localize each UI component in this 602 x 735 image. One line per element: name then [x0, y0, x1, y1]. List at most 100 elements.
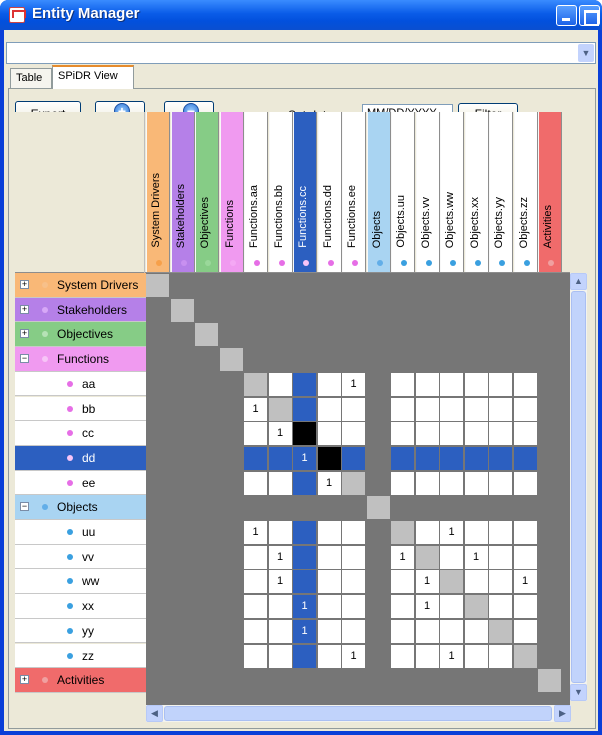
matrix-cell[interactable] [317, 372, 341, 396]
matrix-cell[interactable] [342, 422, 365, 446]
matrix-cell[interactable] [317, 446, 341, 470]
matrix-cell[interactable] [219, 348, 243, 372]
matrix-cell[interactable] [244, 422, 267, 446]
matrix-cell[interactable]: 1 [513, 570, 537, 594]
matrix-cell[interactable] [440, 619, 463, 643]
matrix-cell[interactable] [293, 570, 316, 594]
tree-group-functions[interactable]: − Functions [15, 347, 146, 372]
column-header-system-drivers[interactable]: System Drivers [146, 112, 170, 272]
matrix-cell[interactable] [244, 595, 267, 619]
expand-icon[interactable]: + [20, 304, 29, 314]
matrix-cell[interactable] [464, 422, 488, 446]
matrix-cell[interactable] [513, 644, 537, 668]
column-header-objectives[interactable]: Objectives [195, 112, 219, 272]
matrix-cell[interactable] [489, 570, 512, 594]
matrix-cell[interactable] [391, 570, 414, 594]
scroll-up-icon[interactable]: ▲ [570, 273, 587, 290]
matrix-cell[interactable] [415, 619, 439, 643]
matrix-cell[interactable] [317, 422, 341, 446]
column-header-stakeholders[interactable]: Stakeholders [170, 112, 195, 272]
column-header-activities[interactable]: Activities [538, 112, 562, 272]
horizontal-scroll-thumb[interactable] [164, 706, 552, 721]
column-header-objects-yy[interactable]: Objects.yy [489, 112, 513, 272]
column-header-objects[interactable]: Objects [366, 112, 391, 272]
tree-group-objectives[interactable]: + Objectives [15, 322, 146, 348]
matrix-cell[interactable] [317, 397, 341, 421]
matrix-cell[interactable] [244, 570, 267, 594]
expand-icon[interactable]: + [20, 675, 29, 685]
matrix-cell[interactable] [440, 570, 463, 594]
matrix-cell[interactable] [293, 397, 316, 421]
tree-group-system-drivers[interactable]: + System Drivers [15, 273, 146, 298]
matrix-cell[interactable] [391, 372, 414, 396]
matrix-cell[interactable] [513, 595, 537, 619]
tree-group-activities[interactable]: + Activities [15, 668, 146, 693]
matrix-cell[interactable] [146, 274, 169, 297]
matrix-cell[interactable] [293, 372, 316, 396]
matrix-cell[interactable] [268, 521, 292, 544]
matrix-cell[interactable]: 1 [293, 595, 316, 619]
matrix-cell[interactable] [489, 595, 512, 619]
matrix-cell[interactable]: 1 [268, 545, 292, 569]
matrix-cell[interactable]: 1 [415, 595, 439, 619]
horizontal-scrollbar[interactable]: ◀ ▶ [146, 705, 571, 722]
matrix-cell[interactable] [489, 397, 512, 421]
column-header-functions-ee[interactable]: Functions.ee [342, 112, 366, 272]
matrix-cell[interactable] [391, 471, 414, 495]
matrix-cell[interactable] [464, 471, 488, 495]
matrix-cell[interactable]: 1 [440, 644, 463, 668]
scroll-left-icon[interactable]: ◀ [146, 705, 163, 722]
matrix-cell[interactable] [513, 521, 537, 544]
matrix-cell[interactable] [268, 644, 292, 668]
matrix-cell[interactable] [513, 545, 537, 569]
tree-item-vv[interactable]: vv [15, 544, 146, 570]
matrix-cell[interactable] [464, 619, 488, 643]
matrix-cell[interactable]: 1 [293, 446, 316, 470]
matrix-cell[interactable] [244, 619, 267, 643]
matrix-cell[interactable] [489, 619, 512, 643]
column-header-objects-ww[interactable]: Objects.ww [440, 112, 464, 272]
tree-group-stakeholders[interactable]: + Stakeholders [15, 297, 146, 323]
matrix-cell[interactable]: 1 [342, 644, 365, 668]
matrix-cell[interactable] [293, 545, 316, 569]
matrix-cell[interactable]: 1 [268, 570, 292, 594]
column-header-functions[interactable]: Functions [219, 112, 244, 272]
matrix-cell[interactable] [489, 644, 512, 668]
matrix-cell[interactable] [391, 595, 414, 619]
matrix-cell[interactable] [513, 446, 537, 470]
matrix-cell[interactable] [440, 545, 463, 569]
matrix-cell[interactable] [342, 521, 365, 544]
matrix-cell[interactable] [268, 397, 292, 421]
matrix-cell[interactable] [342, 446, 365, 470]
column-header-objects-xx[interactable]: Objects.xx [464, 112, 489, 272]
matrix-cell[interactable] [415, 644, 439, 668]
entity-combo[interactable]: ▼ [6, 42, 596, 64]
matrix-cell[interactable] [440, 372, 463, 396]
matrix-cell[interactable] [366, 496, 390, 520]
matrix-cell[interactable] [489, 372, 512, 396]
matrix-cell[interactable] [317, 521, 341, 544]
matrix-cell[interactable] [538, 669, 561, 693]
tree-item-bb[interactable]: bb [15, 396, 146, 422]
matrix-cell[interactable] [415, 446, 439, 470]
tree-item-dd[interactable]: dd [15, 445, 146, 471]
matrix-cell[interactable] [391, 619, 414, 643]
matrix-cell[interactable] [391, 422, 414, 446]
matrix-cell[interactable] [440, 595, 463, 619]
matrix-cell[interactable]: 1 [317, 471, 341, 495]
matrix-cell[interactable] [415, 397, 439, 421]
tree-item-ww[interactable]: ww [15, 569, 146, 595]
tree-group-objects[interactable]: − Objects [15, 495, 146, 520]
matrix-cell[interactable] [513, 372, 537, 396]
matrix-cell[interactable] [317, 595, 341, 619]
matrix-cell[interactable] [342, 545, 365, 569]
matrix-cell[interactable]: 1 [464, 545, 488, 569]
column-header-functions-bb[interactable]: Functions.bb [268, 112, 293, 272]
matrix-cell[interactable] [391, 397, 414, 421]
matrix-cell[interactable] [513, 422, 537, 446]
matrix-cell[interactable] [342, 397, 365, 421]
matrix-cell[interactable]: 1 [440, 521, 463, 544]
matrix-cell[interactable] [415, 545, 439, 569]
matrix-cell[interactable] [268, 471, 292, 495]
tree-item-yy[interactable]: yy [15, 618, 146, 644]
